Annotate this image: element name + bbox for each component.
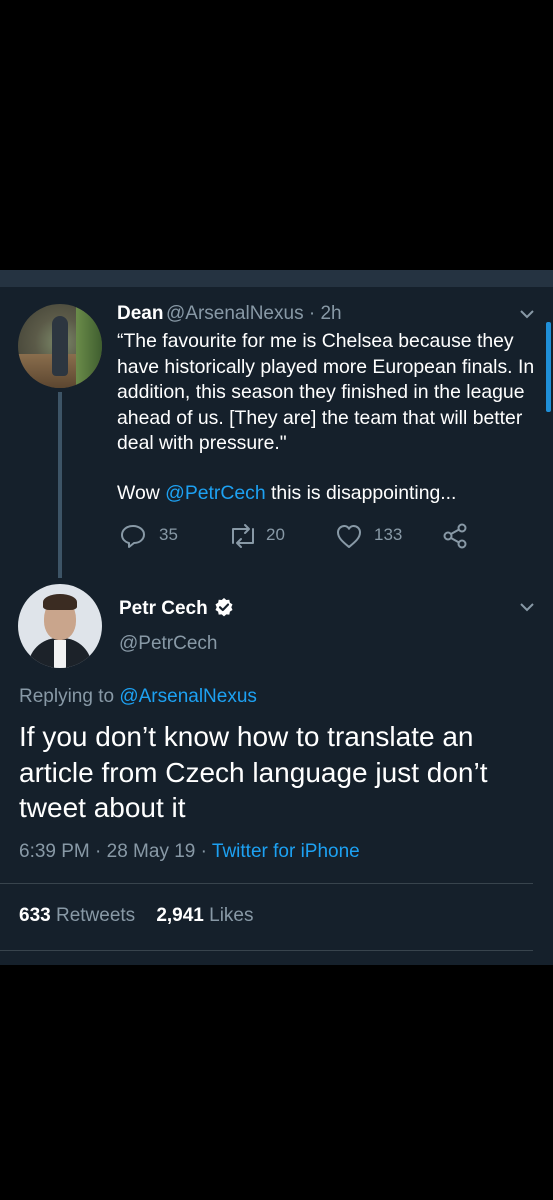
scrollbar[interactable] — [546, 322, 551, 412]
retweet-icon — [232, 524, 254, 548]
retweets-stat[interactable]: 633 Retweets — [19, 905, 135, 926]
avatar-dean[interactable] — [18, 304, 102, 388]
thread-line — [58, 392, 62, 578]
mention-link[interactable]: @PetrCech — [165, 482, 266, 504]
main-display-name[interactable]: Petr Cech — [119, 598, 208, 620]
likes-stat[interactable]: 2,941 Likes — [156, 905, 253, 926]
chevron-down-icon[interactable] — [518, 598, 536, 616]
verified-icon — [215, 598, 233, 617]
chevron-down-icon[interactable] — [518, 305, 536, 323]
divider — [0, 950, 533, 951]
parent-display-name[interactable]: Dean — [117, 303, 163, 325]
tweet-source-link[interactable]: Twitter for iPhone — [212, 841, 360, 862]
parent-tweet-text: “The favourite for me is Chelsea because… — [117, 330, 535, 454]
like-icon — [337, 525, 361, 548]
reply-count: 35 — [159, 525, 178, 544]
parent-handle-time: @ArsenalNexus · 2h — [166, 303, 342, 324]
replying-to: Replying to @ArsenalNexus — [19, 686, 257, 707]
like-count: 133 — [374, 525, 403, 544]
main-handle[interactable]: @PetrCech — [119, 633, 218, 655]
reply-icon — [121, 525, 145, 548]
main-tweet-text: If you don’t know how to translate an ar… — [19, 721, 488, 823]
replying-to-link[interactable]: @ArsenalNexus — [119, 686, 257, 707]
tweet-meta: 6:39 PM · 28 May 19 · Twitter for iPhone — [19, 841, 360, 863]
tweet-stats: 633 Retweets 2,941 Likes — [19, 905, 254, 927]
parent-tweet-mention-line: Wow @PetrCech this is disappointing... — [117, 482, 457, 504]
share-icon[interactable] — [442, 523, 468, 549]
avatar-petr-cech[interactable] — [18, 584, 102, 668]
top-bar — [0, 270, 553, 287]
retweet-count: 20 — [266, 525, 285, 544]
tweet-timestamp: 6:39 PM · 28 May 19 · — [19, 841, 212, 862]
divider — [0, 883, 533, 884]
